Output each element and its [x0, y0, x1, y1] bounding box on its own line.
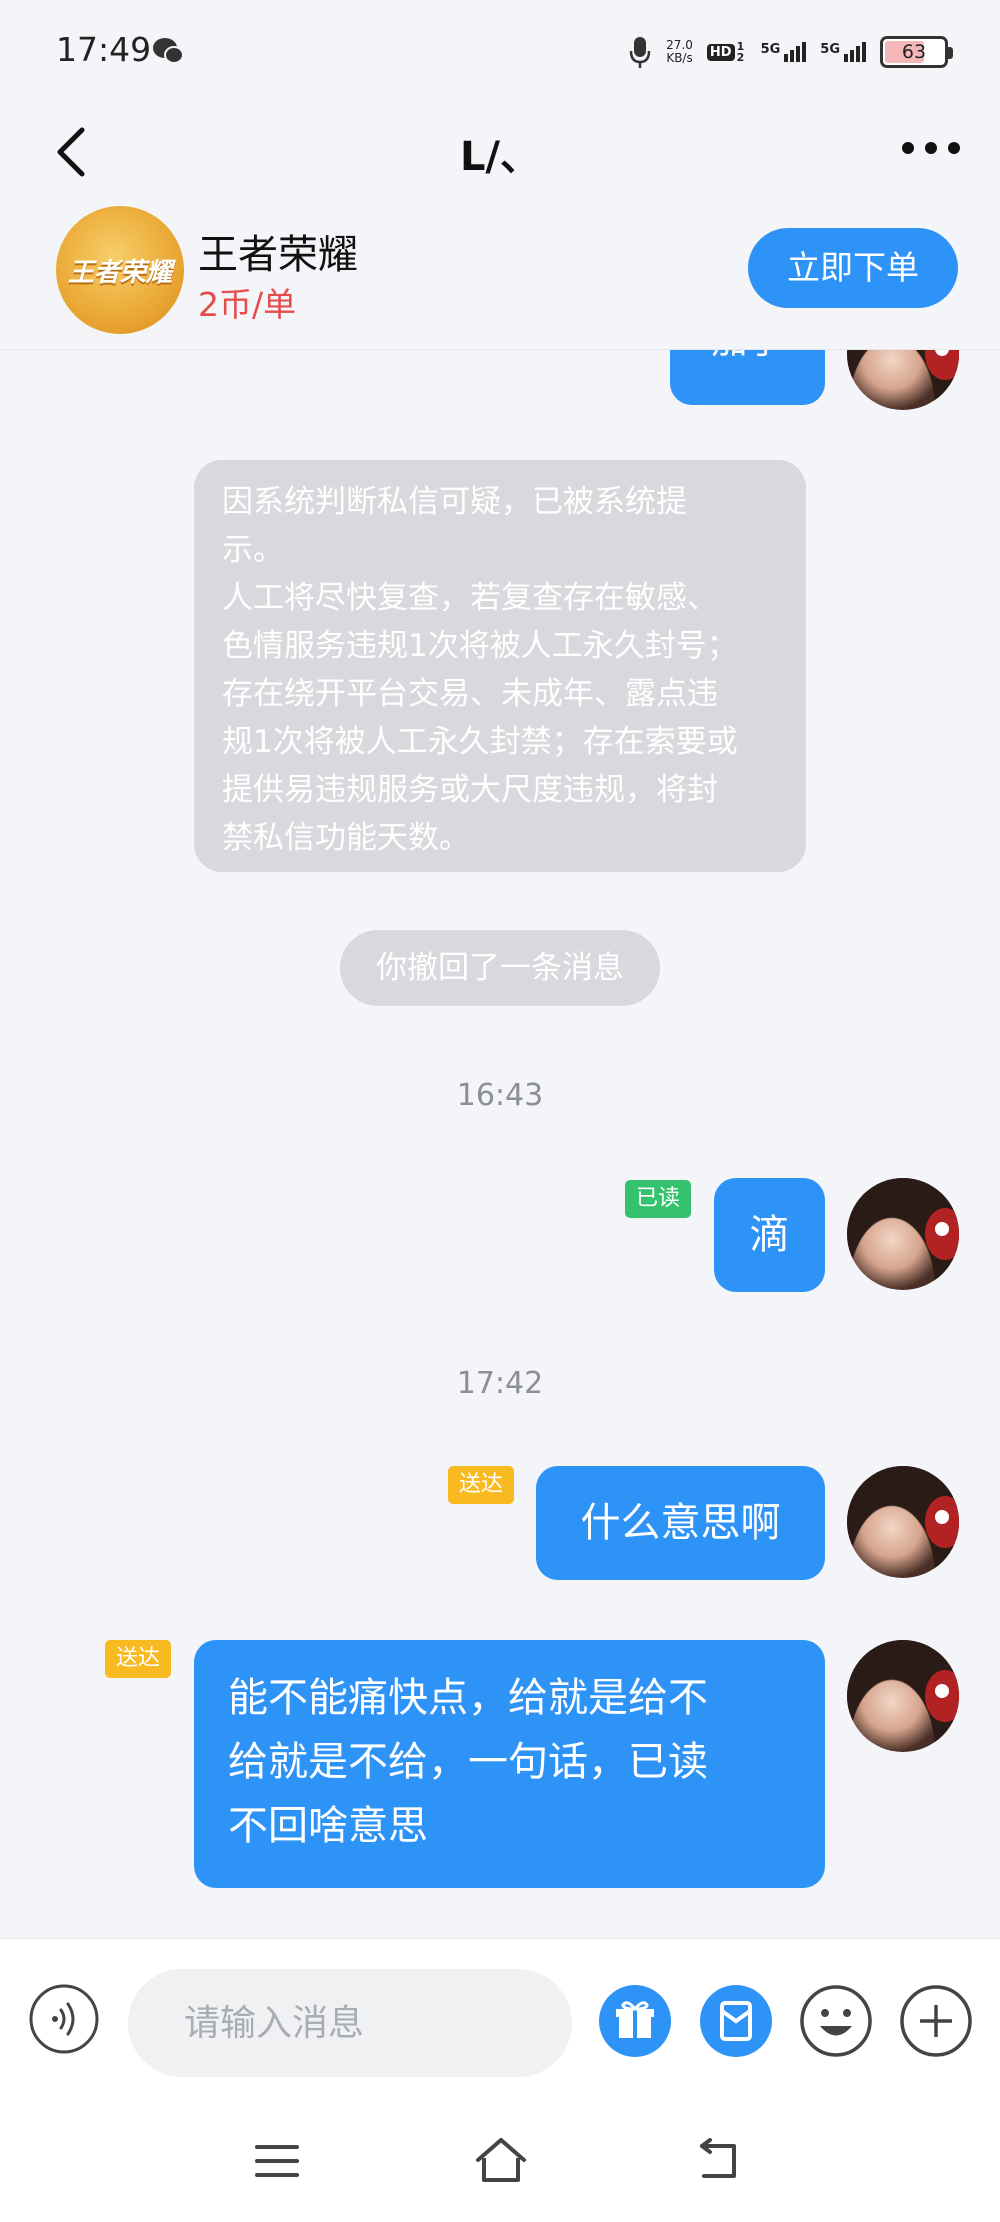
- signal-5g-icon-2: 5G: [820, 42, 866, 62]
- hd-voice-badge: HD 1 2: [706, 41, 747, 63]
- gift-icon: [616, 2001, 654, 2038]
- order-now-button[interactable]: 立即下单: [748, 228, 958, 308]
- chat-messages[interactable]: 加了 因系统判断私信可疑，已被系统提 示。 人工将尽快复查，若复查存在敏感、 色…: [0, 350, 1000, 1938]
- gift-button[interactable]: [599, 1985, 671, 2057]
- voice-input-icon[interactable]: [28, 1983, 100, 2055]
- avatar[interactable]: [847, 1640, 959, 1752]
- status-bar: 17:49 27.0 KB/s HD 1 2 5G 5G 63: [0, 0, 1000, 100]
- input-bar: [0, 1938, 1000, 2098]
- message-bubble-outgoing[interactable]: 加了: [670, 350, 825, 405]
- emoji-icon[interactable]: [798, 1983, 874, 2059]
- recall-notice: 你撤回了一条消息: [340, 930, 660, 1006]
- status-time: 17:49: [56, 30, 152, 69]
- message-bubble-outgoing[interactable]: 能不能痛快点，给就是给不 给就是不给，一句话，已读 不回啥意思: [194, 1640, 825, 1888]
- read-badge: 已读: [625, 1180, 691, 1218]
- back-gesture-icon[interactable]: [698, 2138, 746, 2182]
- delivered-badge: 送达: [448, 1466, 514, 1504]
- red-packet-icon: [720, 2001, 752, 2041]
- plus-icon[interactable]: [898, 1983, 974, 2059]
- network-speed: 27.0 KB/s: [666, 38, 693, 65]
- chat-title: L/、: [459, 134, 541, 180]
- delivered-badge: 送达: [105, 1640, 171, 1678]
- message-bubble-outgoing[interactable]: 滴: [714, 1178, 825, 1292]
- battery-level: 63: [901, 41, 927, 63]
- timestamp: 16:43: [456, 1078, 544, 1113]
- avatar[interactable]: [847, 350, 959, 410]
- message-input[interactable]: [128, 1969, 572, 2077]
- status-indicators: 27.0 KB/s HD 1 2 5G 5G 63: [628, 30, 953, 74]
- system-navigation-bar: [0, 2098, 1000, 2222]
- game-name: 王者荣耀: [198, 232, 358, 278]
- timestamp: 17:42: [456, 1366, 544, 1401]
- signal-5g-icon-1: 5G: [761, 42, 807, 62]
- microphone-icon: [629, 37, 651, 68]
- nav-bar: L/、: [0, 100, 1000, 200]
- avatar[interactable]: [847, 1178, 959, 1290]
- menu-icon[interactable]: [254, 2142, 300, 2180]
- more-icon[interactable]: [900, 140, 962, 156]
- home-icon[interactable]: [474, 2136, 528, 2184]
- game-price: 2币/单: [198, 285, 297, 324]
- message-bubble-outgoing[interactable]: 什么意思啊: [536, 1466, 825, 1580]
- game-logo[interactable]: 王者荣耀: [56, 206, 184, 334]
- battery-icon: 63: [880, 36, 953, 68]
- wechat-icon: [153, 38, 184, 64]
- red-packet-button[interactable]: [700, 1985, 772, 2057]
- system-notice: 因系统判断私信可疑，已被系统提 示。 人工将尽快复查，若复查存在敏感、 色情服务…: [194, 460, 806, 872]
- service-header: 王者荣耀 王者荣耀 2币/单 立即下单: [0, 200, 1000, 350]
- avatar[interactable]: [847, 1466, 959, 1578]
